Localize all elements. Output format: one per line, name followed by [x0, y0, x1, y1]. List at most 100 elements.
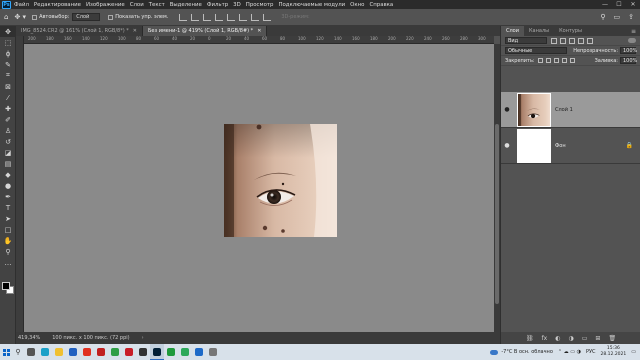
visibility-eye-icon[interactable]: ●: [501, 142, 513, 149]
stamp-tool-icon[interactable]: ♙: [0, 125, 16, 136]
opacity-input[interactable]: 100%: [620, 47, 637, 54]
layer-name[interactable]: Слой 1: [555, 107, 573, 113]
close-tab-icon[interactable]: ✕: [257, 28, 261, 34]
align-right-icon[interactable]: [203, 13, 212, 21]
show-controls-checkbox[interactable]: [108, 14, 114, 20]
start-button[interactable]: [0, 344, 12, 360]
align-top-icon[interactable]: [215, 13, 224, 21]
menu-view[interactable]: Просмотр: [246, 2, 274, 8]
menu-file[interactable]: Файл: [14, 2, 29, 8]
layer-name[interactable]: Фон: [555, 143, 566, 149]
layer-filter-dropdown[interactable]: Вид: [505, 37, 547, 44]
menu-select[interactable]: Выделение: [170, 2, 202, 8]
clock[interactable]: 15:36 28.12.2021: [601, 346, 627, 358]
shape-tool-icon[interactable]: □: [0, 224, 16, 235]
layer-mask-icon[interactable]: ◐: [555, 335, 560, 342]
zoom-tool-icon[interactable]: ⚲: [0, 246, 16, 257]
status-menu-arrow-icon[interactable]: ›: [142, 335, 144, 341]
tab-img-8524[interactable]: IMG_8524.CR2 @ 161% (Слой 1, RGB/8*) * ✕: [16, 26, 143, 36]
layer-row-layer-1[interactable]: ● Слой 1: [501, 92, 640, 128]
lock-all-icon[interactable]: [569, 58, 575, 63]
autoselect-dropdown[interactable]: Слой: [72, 13, 101, 21]
autoselect-checkbox[interactable]: [32, 14, 38, 20]
taskbar-app-explorer[interactable]: [52, 344, 66, 360]
menu-type[interactable]: Текст: [149, 2, 165, 8]
panel-menu-icon[interactable]: ≡: [631, 28, 636, 35]
taskbar-app-app-blue[interactable]: [192, 344, 206, 360]
filter-shape-icon[interactable]: [578, 37, 584, 44]
minimize-button[interactable]: —: [598, 0, 612, 9]
search-icon[interactable]: ⚲: [12, 348, 24, 356]
notifications-icon[interactable]: ▭: [631, 349, 636, 355]
menu-help[interactable]: Справка: [369, 2, 393, 8]
lock-position-icon[interactable]: [553, 58, 559, 63]
delete-layer-icon[interactable]: 🗑: [608, 335, 616, 342]
taskbar-app-opera[interactable]: [122, 344, 136, 360]
share-icon[interactable]: ⇪: [628, 13, 634, 21]
artboard-tool-icon[interactable]: ⬚: [0, 37, 16, 48]
blur-tool-icon[interactable]: ◆: [0, 169, 16, 180]
taskbar-app-youtube[interactable]: [94, 344, 108, 360]
menu-edit[interactable]: Редактирование: [34, 2, 81, 8]
link-layers-icon[interactable]: ⛓: [526, 335, 534, 342]
eyedropper-tool-icon[interactable]: ⁄: [0, 92, 16, 103]
zoom-level[interactable]: 419,34%: [18, 335, 40, 341]
filter-smart-icon[interactable]: [587, 37, 593, 44]
pen-tool-icon[interactable]: ✒: [0, 191, 16, 202]
group-icon[interactable]: ▭: [582, 335, 588, 342]
close-window-button[interactable]: ✕: [626, 0, 640, 9]
language-indicator[interactable]: РУС: [586, 349, 596, 355]
search-icon[interactable]: ⚲: [600, 13, 605, 21]
lock-transparent-icon[interactable]: [537, 58, 543, 63]
tab-untitled-1[interactable]: Без имени-1 @ 419% (Слой 1, RGB/8#) * ✕: [142, 26, 268, 36]
scrollbar-thumb[interactable]: [495, 124, 499, 304]
lock-artboard-icon[interactable]: [561, 58, 567, 63]
filter-toggle[interactable]: [628, 38, 636, 43]
type-tool-icon[interactable]: T: [0, 202, 16, 213]
quick-select-tool-icon[interactable]: ✎: [0, 59, 16, 70]
eraser-tool-icon[interactable]: ◪: [0, 147, 16, 158]
tab-layers[interactable]: Слои: [501, 26, 524, 36]
dodge-tool-icon[interactable]: ●: [0, 180, 16, 191]
foreground-color-swatch[interactable]: [2, 282, 10, 290]
menu-image[interactable]: Изображение: [86, 2, 125, 8]
workspace-icon[interactable]: ▭: [614, 13, 621, 21]
hand-tool-icon[interactable]: ✋: [0, 235, 16, 246]
menu-window[interactable]: Окно: [350, 2, 364, 8]
filter-type-icon[interactable]: [569, 37, 575, 44]
taskbar-app-app-green[interactable]: [178, 344, 192, 360]
taskbar-app-store[interactable]: [66, 344, 80, 360]
taskbar-app-task-view[interactable]: [24, 344, 38, 360]
align-middle-icon[interactable]: [227, 13, 236, 21]
frame-tool-icon[interactable]: ⊠: [0, 81, 16, 92]
taskbar-app-app-dark[interactable]: [136, 344, 150, 360]
history-brush-tool-icon[interactable]: ↺: [0, 136, 16, 147]
taskbar-app-app-gray[interactable]: [206, 344, 220, 360]
taskbar-app-chrome[interactable]: [108, 344, 122, 360]
taskbar-app-yandex[interactable]: [80, 344, 94, 360]
menu-filter[interactable]: Фильтр: [207, 2, 228, 8]
tab-paths[interactable]: Контуры: [554, 26, 587, 36]
align-left-icon[interactable]: [179, 13, 188, 21]
layer-style-icon[interactable]: fx: [542, 335, 548, 342]
move-tool-icon[interactable]: ✥ ▾: [14, 13, 26, 21]
tab-channels[interactable]: Каналы: [524, 26, 554, 36]
menu-plugins[interactable]: Подключаемые модули: [278, 2, 345, 8]
adjustment-layer-icon[interactable]: ◑: [568, 335, 573, 342]
brush-tool-icon[interactable]: ✐: [0, 114, 16, 125]
document-canvas[interactable]: [224, 124, 337, 237]
taskbar-app-edge[interactable]: [38, 344, 52, 360]
lasso-tool-icon[interactable]: ϕ: [0, 48, 16, 59]
filter-pixel-icon[interactable]: [551, 37, 557, 44]
visibility-eye-icon[interactable]: ●: [501, 106, 513, 113]
crop-tool-icon[interactable]: ⌗: [0, 70, 16, 81]
layer-row-background[interactable]: ● Фон 🔒: [501, 128, 640, 164]
new-layer-icon[interactable]: ⊞: [595, 335, 600, 342]
taskbar-app-photoshop[interactable]: [150, 344, 164, 360]
healing-tool-icon[interactable]: ✚: [0, 103, 16, 114]
path-select-tool-icon[interactable]: ➤: [0, 213, 16, 224]
close-tab-icon[interactable]: ✕: [133, 28, 137, 34]
maximize-button[interactable]: ☐: [612, 0, 626, 9]
menu-layers[interactable]: Слои: [130, 2, 144, 8]
color-swatches[interactable]: [2, 282, 14, 294]
